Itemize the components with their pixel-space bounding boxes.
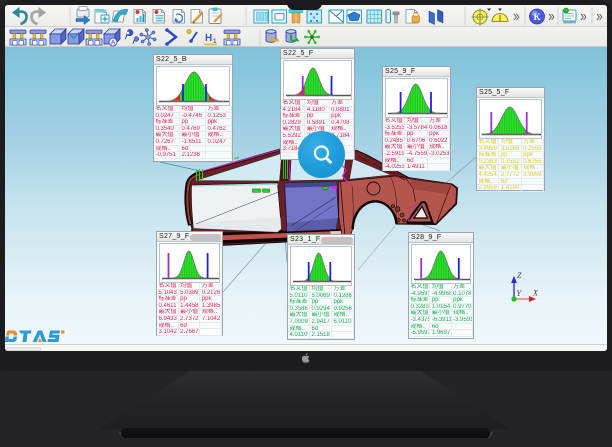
svg-text:Z: Z [517,271,522,280]
svg-text:X: X [532,289,539,298]
svg-text:A: A [111,40,116,47]
svg-text:Y: Y [517,289,523,298]
svg-text:K: K [533,12,540,22]
svg-text:H: H [205,33,212,44]
